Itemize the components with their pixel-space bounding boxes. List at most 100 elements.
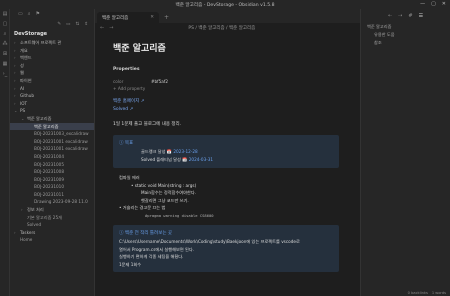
command-icon[interactable]: ›_ (0, 69, 10, 79)
file-tree-note[interactable]: 기본 알고리즘 25개 (10, 214, 94, 222)
file-tree: › 소프트웨어 프로젝트 관 › 개요 › 백엔드 › 성 › 웹 › 파이썬 › AI › Github › I… (10, 39, 94, 244)
folder-icon[interactable]: ▭ (18, 11, 23, 17)
file-tree-note[interactable]: BOJ-20231005 (10, 161, 94, 169)
file-tree-note[interactable]: BOJ-20231001 excalidraw (10, 145, 94, 153)
file-tree-note[interactable]: Home (10, 236, 94, 244)
property-key[interactable]: color (113, 79, 151, 84)
close-tab-icon[interactable]: ✕ (150, 15, 154, 20)
file-tree-folder[interactable]: ⌄ 백준 알고리즘 (10, 115, 94, 123)
file-tree-label: 소프트웨어 프로젝트 관 (20, 40, 62, 45)
property-value[interactable]: #bf5af2 (151, 79, 168, 84)
file-tree-label: BOJ-20231003_excalidraw (34, 131, 89, 137)
file-tree-folder[interactable]: › Github (10, 92, 94, 100)
file-tree-folder[interactable]: › Taskers (10, 229, 94, 237)
file-tree-label: 기본 알고리즘 25개 (27, 214, 62, 220)
back-icon[interactable]: ← (100, 25, 104, 31)
file-tree-label: 백엔드 (20, 55, 32, 61)
file-tree-label: BOJ-20231011 (34, 191, 65, 197)
goal-date: 2024-03-31 (188, 157, 214, 162)
file-tree-folder[interactable]: › 소프트웨어 프로젝트 관 (10, 39, 94, 47)
properties-heading[interactable]: Properties (113, 67, 339, 72)
intro-text: 1일 1문제 풀고 블로그에 내용 정리. (113, 122, 182, 127)
vault-name[interactable]: DevStorage (10, 29, 94, 39)
file-tree-label: 성 (20, 62, 24, 68)
forward-icon[interactable]: → (109, 25, 113, 31)
file-tree-note[interactable]: 백준 알고리즘 (10, 122, 94, 131)
file-tree-note[interactable]: BOJ-20231009 (10, 176, 94, 184)
code-line: #pragma warning disable CS8600 (145, 212, 214, 218)
nav-bar: ← → PS / 백준 알고리즘 / 백준 알고리즘 (95, 23, 360, 33)
canvas-icon[interactable]: ⊞ (0, 49, 10, 59)
outline-icon[interactable]: ☰ (419, 13, 423, 19)
sort-icon[interactable]: ⇅ (75, 22, 79, 27)
file-tree-folder[interactable]: › AI (10, 85, 94, 93)
list-item: Main함수는 정적함수여야한다. (141, 190, 197, 195)
file-tree-note[interactable]: BOJ-20231004 (10, 153, 94, 161)
compile-notes-list: 컴파일 에러 • static void Main(string : args) M… (113, 174, 339, 219)
tab-label: 백준 알고리즘 (102, 15, 129, 21)
word-count: 1 words (431, 291, 446, 295)
file-tree-folder[interactable]: › 웹 (10, 69, 94, 77)
window-controls: — ▢ ✕ (420, 1, 446, 8)
file-tree-note[interactable]: BOJ-20231001 excalidraw (10, 138, 94, 146)
file-tree-folder[interactable]: ⌄ PS (10, 107, 94, 115)
file-tree-note[interactable]: BOJ-20231010 (10, 183, 94, 191)
tab-active-note[interactable]: 백준 알고리즘 ✕ (97, 12, 159, 23)
goal-item: 골드랭크 달성 📅 2023-12-28 (119, 148, 333, 156)
outline-heading[interactable]: 백준 알고리즘 (361, 23, 450, 31)
goal-label: 골드랭크 달성 📅 (141, 149, 174, 154)
file-tree-label: BOJ-20231005 (34, 161, 65, 167)
baekjoon-link[interactable]: 백준 홈페이지 ↗ (113, 98, 339, 106)
file-tree-note[interactable]: BOJ-20231008 (10, 168, 94, 176)
file-tree-folder[interactable]: › IOT (10, 100, 94, 108)
file-tree-folder[interactable]: › 개요 (10, 47, 94, 55)
solved-link[interactable]: Solved ↗ (113, 106, 339, 114)
bookmark-icon[interactable]: ⚑ (36, 11, 40, 17)
breadcrumb[interactable]: PS / 백준 알고리즘 / 백준 알고리즘 (188, 25, 255, 31)
close-icon[interactable]: ✕ (442, 1, 446, 8)
search-icon[interactable]: ⌕ (28, 11, 31, 17)
goal-label: Solved 플래티넘 달성 📅 (141, 157, 189, 162)
goal-date: 2023-12-28 (173, 149, 198, 154)
new-folder-icon[interactable]: ▭ (66, 22, 70, 27)
file-tree-label: Github (20, 93, 35, 99)
file-tree-folder[interactable]: › 백엔드 (10, 54, 94, 62)
list-item: • 거슬리는 경고문 끄는 법 (119, 205, 166, 210)
explorer-toolbar: ▭ ⌕ ⚑ (10, 9, 94, 19)
file-tree-label: BOJ-20231009 (34, 176, 65, 182)
file-tree-label: Solved (27, 222, 42, 228)
file-tree-label: 파이썬 (20, 77, 32, 83)
file-tree-label: BOJ-20231008 (34, 169, 65, 175)
sidebar-toggle-icon[interactable]: ▤ (0, 9, 10, 19)
file-tree-note[interactable]: BOJ-20231011 (10, 191, 94, 199)
tags-icon[interactable]: # (408, 13, 412, 19)
callout-line: 실행하기 편하게 각종 세팅을 해뒀다. (119, 254, 184, 259)
files-icon[interactable]: ▢ (0, 19, 10, 29)
file-tree-label: Taskers (20, 229, 36, 235)
file-tree-note[interactable]: BOJ-20231003_excalidraw (10, 130, 94, 138)
file-tree-label: 백준 알고리즘 (34, 123, 59, 129)
collapse-icon[interactable]: ⇕ (84, 22, 88, 27)
file-tree-folder[interactable]: › 성 (10, 62, 94, 70)
new-tab-icon[interactable]: + (164, 14, 169, 21)
maximize-icon[interactable]: ▢ (431, 1, 436, 8)
add-property-button[interactable]: + Add property (113, 86, 339, 91)
minimize-icon[interactable]: — (420, 1, 425, 8)
calendar-icon[interactable]: ▦ (0, 59, 10, 69)
graph-icon[interactable]: ⁂ (0, 39, 10, 49)
goal-callout: ⓘ 목표 골드랭크 달성 📅 2023-12-28 Solved 플래티넘 달성… (113, 135, 339, 168)
backlinks-count[interactable]: 0 backlinks (408, 291, 428, 295)
search-icon[interactable]: ⌕ (0, 29, 10, 39)
backlinks-icon[interactable]: ⇠ (388, 13, 392, 19)
note-content: 백준 알고리즘 Properties color #bf5af2 + Add p… (113, 41, 339, 272)
property-row[interactable]: color #bf5af2 (113, 77, 339, 85)
file-tree-folder[interactable]: › 정보 처리 (10, 206, 94, 214)
note-title[interactable]: 백준 알고리즘 (113, 41, 339, 54)
outgoing-links-icon[interactable]: ⇢ (398, 13, 402, 19)
file-tree-note[interactable]: Solved (10, 221, 94, 229)
new-note-icon[interactable]: ✎ (57, 22, 61, 27)
file-tree-folder[interactable]: › 파이썬 (10, 77, 94, 85)
file-tree-note[interactable]: Drawing 2023-09-28 11.0 (10, 198, 94, 206)
outline-heading[interactable]: 참조 (361, 39, 450, 47)
outline-heading[interactable]: 유용한 도움 (361, 31, 450, 39)
